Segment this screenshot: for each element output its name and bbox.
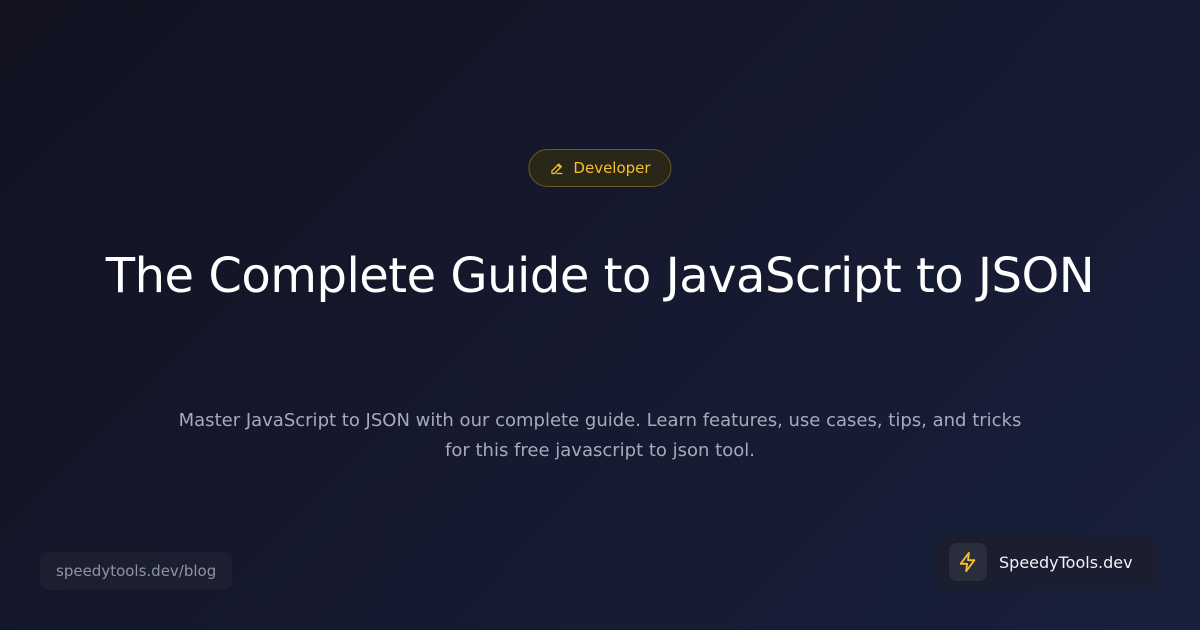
brand-name: SpeedyTools.dev	[999, 552, 1133, 572]
og-card: Developer The Complete Guide to JavaScri…	[0, 0, 1200, 630]
pencil-icon	[549, 161, 564, 176]
blog-url-text: speedytools.dev/blog	[56, 562, 217, 580]
category-badge-label: Developer	[573, 159, 651, 177]
brand-badge: SpeedyTools.dev	[935, 535, 1159, 589]
blog-url: speedytools.dev/blog	[40, 552, 233, 590]
category-badge: Developer	[528, 149, 672, 187]
article-title: The Complete Guide to JavaScript to JSON	[105, 248, 1095, 304]
article-description: Master JavaScript to JSON with our compl…	[178, 410, 1022, 461]
lightning-bolt-icon	[949, 543, 987, 581]
